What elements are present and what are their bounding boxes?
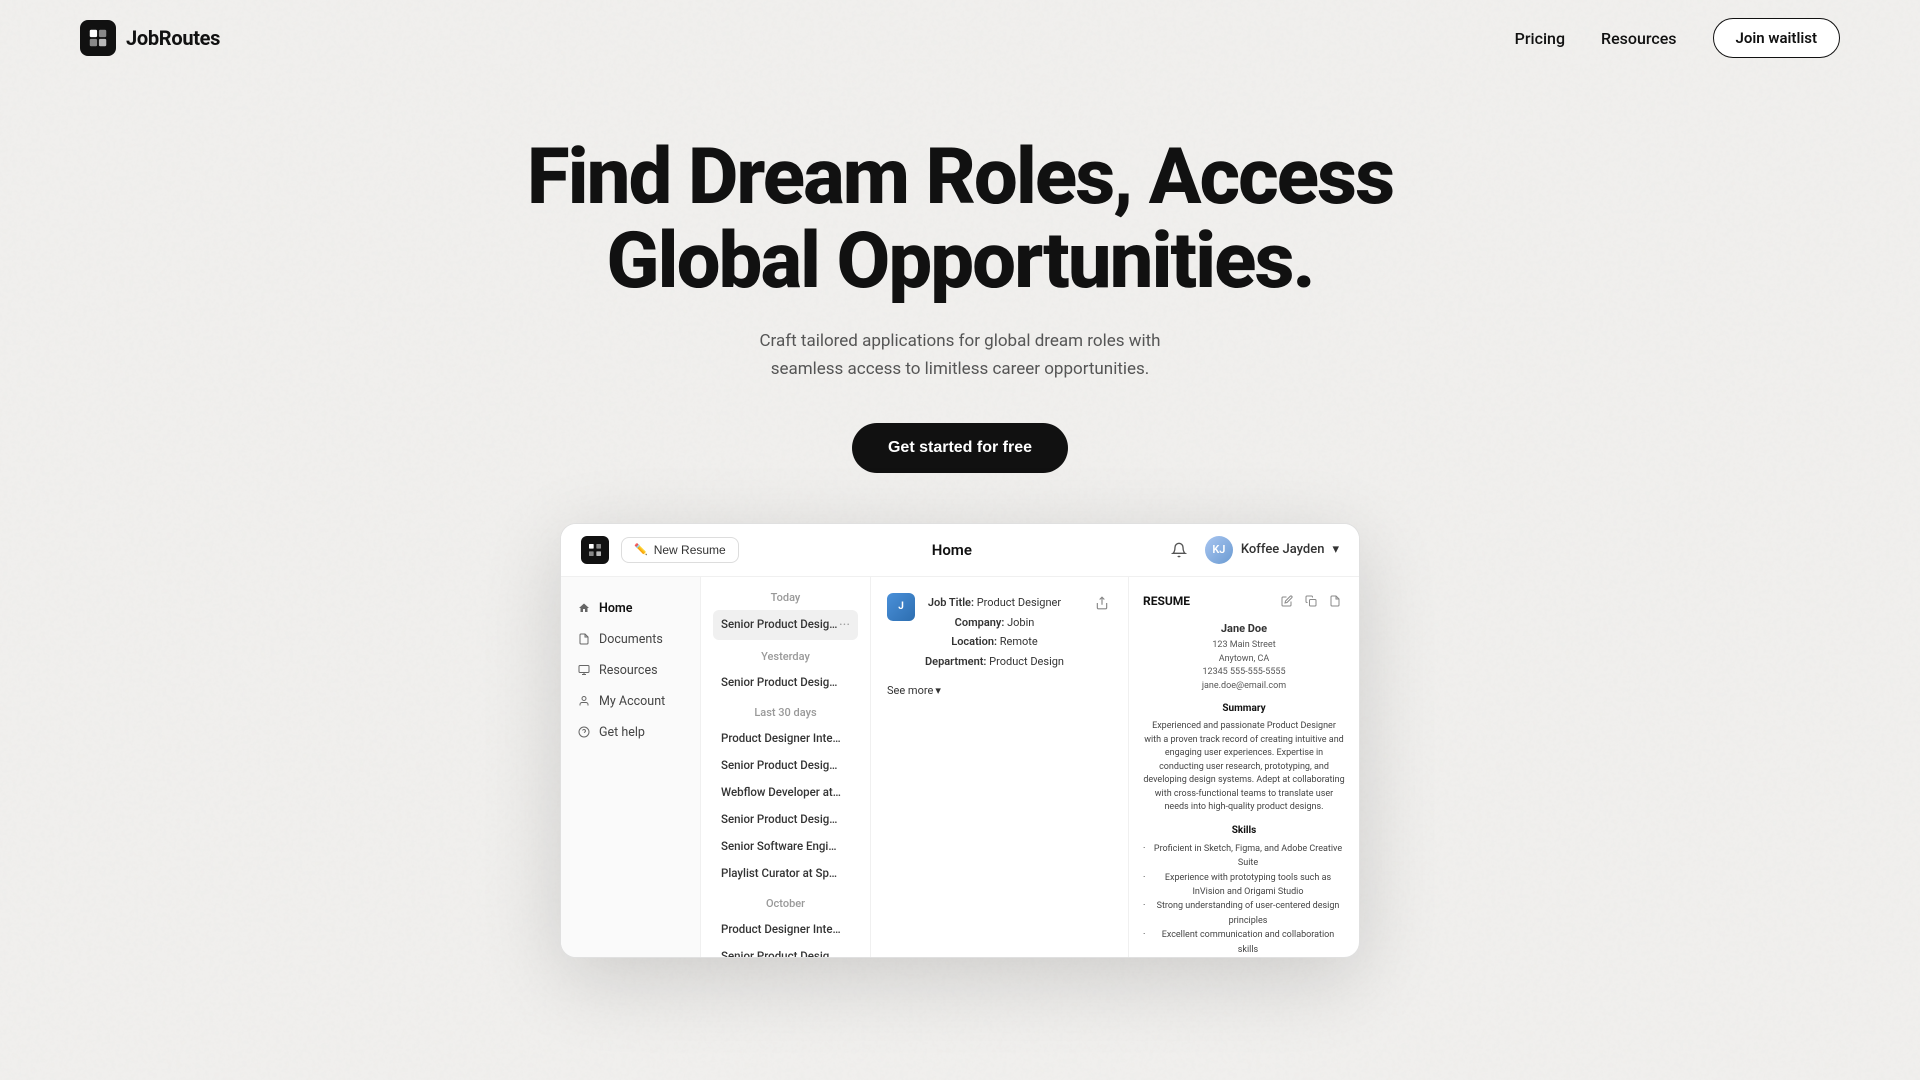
app-header-right: KJ Koffee Jayden ▾ [1165, 536, 1339, 564]
bell-icon[interactable] [1165, 536, 1193, 564]
job-fields: Job Title: Product Designer Company: Job… [925, 593, 1064, 672]
app-history: Today Senior Product Designer at Jo... ·… [701, 577, 871, 957]
download-resume-button[interactable] [1325, 591, 1345, 611]
company-logo: J [887, 593, 915, 621]
history-item-text: Product Designer Intern at Stripe [721, 731, 841, 746]
nav-logo[interactable]: JobRoutes [80, 20, 220, 56]
resume-skill: Excellent communication and collaboratio… [1143, 928, 1345, 957]
history-item[interactable]: Product Designer Intern at Stripe [713, 725, 858, 752]
history-item[interactable]: Senior Product Designer at Paysta... [713, 669, 858, 696]
sidebar-item-resources[interactable]: Resources [561, 655, 700, 686]
app-main: J Job Title: Product Designer Company: J… [871, 577, 1359, 957]
app-preview: ✏️ New Resume Home KJ Koffee Jayden [560, 523, 1360, 958]
sidebar-resources-label: Resources [599, 663, 658, 678]
sidebar-item-account[interactable]: My Account [561, 686, 700, 717]
history-section-yesterday: Yesterday [713, 650, 858, 663]
history-item[interactable]: Senior Software Engineer at Shopify [713, 833, 858, 860]
job-detail: J Job Title: Product Designer Company: J… [871, 577, 1129, 957]
resume-content: Jane Doe 123 Main Street Anytown, CA 123… [1143, 621, 1345, 957]
resume-label: RESUME [1143, 594, 1190, 608]
app-header: ✏️ New Resume Home KJ Koffee Jayden [561, 524, 1359, 577]
history-item-text: Product Designer Intern at Stripe [721, 922, 841, 937]
history-item-menu[interactable]: ··· [839, 616, 850, 634]
history-item-text: Senior Product Designer at Jobin [721, 812, 841, 827]
history-item[interactable]: Webflow Developer at Gifty [713, 779, 858, 806]
resume-contact: 123 Main Street Anytown, CA 12345 555-55… [1143, 639, 1345, 693]
hero-subtitle: Craft tailored applications for global d… [750, 328, 1170, 382]
history-item[interactable]: Senior Product Designer at Intern... [713, 943, 858, 957]
sidebar-item-home[interactable]: Home [561, 593, 700, 624]
logo-icon [80, 20, 116, 56]
history-item-text: Senior Product Designer at Intern... [721, 758, 841, 773]
history-item-text: Playlist Curator at Spotify Music [721, 866, 841, 881]
resume-skills-title: Skills [1143, 823, 1345, 838]
job-detail-header: J Job Title: Product Designer Company: J… [887, 593, 1112, 672]
resume-panel-header: RESUME [1143, 591, 1345, 611]
account-icon [577, 694, 591, 708]
hero-section: Find Dream Roles, Access Global Opportun… [0, 76, 1920, 998]
hero-title: Find Dream Roles, Access Global Opportun… [510, 136, 1410, 304]
help-icon [577, 725, 591, 739]
resume-skill: Proficient in Sketch, Figma, and Adobe C… [1143, 842, 1345, 871]
resources-link[interactable]: Resources [1601, 29, 1677, 48]
sidebar-documents-label: Documents [599, 632, 663, 647]
user-profile[interactable]: KJ Koffee Jayden ▾ [1205, 536, 1339, 564]
edit-icon: ✏️ [634, 543, 648, 556]
navbar: JobRoutes Pricing Resources Join waitlis… [0, 0, 1920, 76]
history-section-today: Today [713, 591, 858, 604]
history-section-30days: Last 30 days [713, 706, 858, 719]
sidebar-home-label: Home [599, 601, 633, 616]
resume-panel: RESUME [1129, 577, 1359, 957]
resources-icon [577, 663, 591, 677]
sidebar-item-help[interactable]: Get help [561, 717, 700, 748]
history-item-text: Senior Product Designer at Paysta... [721, 675, 841, 690]
sidebar-account-label: My Account [599, 694, 665, 709]
resume-name: Jane Doe [1143, 621, 1345, 638]
sidebar-item-documents[interactable]: Documents [561, 624, 700, 655]
resume-summary-text: Experienced and passionate Product Desig… [1143, 720, 1345, 815]
copy-resume-button[interactable] [1301, 591, 1321, 611]
app-header-left: ✏️ New Resume [581, 536, 739, 564]
see-more-button[interactable]: See more ▾ [887, 684, 1112, 697]
avatar: KJ [1205, 536, 1233, 564]
resume-skill: Experience with prototyping tools such a… [1143, 871, 1345, 900]
nav-links: Pricing Resources Join waitlist [1515, 18, 1840, 58]
app-body: Home Documents Resources [561, 577, 1359, 957]
history-item-text: Senior Product Designer at Intern... [721, 949, 841, 957]
history-item[interactable]: Senior Product Designer at Intern... [713, 752, 858, 779]
resume-summary-title: Summary [1143, 701, 1345, 716]
resume-actions [1277, 591, 1345, 611]
app-logo-small [581, 536, 609, 564]
new-resume-button[interactable]: ✏️ New Resume [621, 537, 739, 563]
history-item-text: Senior Software Engineer at Shopify [721, 839, 841, 854]
logo-text: JobRoutes [126, 26, 220, 50]
share-icon[interactable] [1092, 593, 1112, 613]
history-item[interactable]: Senior Product Designer at Jobin [713, 806, 858, 833]
history-item-text: Webflow Developer at Gifty [721, 785, 841, 800]
app-sidebar: Home Documents Resources [561, 577, 701, 957]
get-started-button[interactable]: Get started for free [852, 423, 1068, 473]
home-icon [577, 601, 591, 615]
pricing-link[interactable]: Pricing [1515, 29, 1565, 48]
chevron-down-icon: ▾ [1332, 542, 1339, 557]
edit-resume-button[interactable] [1277, 591, 1297, 611]
resume-skill: Strong understanding of user-centered de… [1143, 899, 1345, 928]
sidebar-help-label: Get help [599, 725, 645, 740]
history-item[interactable]: Product Designer Intern at Stripe [713, 916, 858, 943]
documents-icon [577, 632, 591, 646]
history-item[interactable]: Playlist Curator at Spotify Music [713, 860, 858, 887]
history-item-text: Senior Product Designer at Jo... [721, 617, 839, 632]
chevron-down-icon: ▾ [935, 684, 941, 697]
history-section-october: October [713, 897, 858, 910]
join-waitlist-button[interactable]: Join waitlist [1713, 18, 1840, 58]
app-header-title: Home [932, 541, 972, 559]
history-item[interactable]: Senior Product Designer at Jo... ··· [713, 610, 858, 640]
